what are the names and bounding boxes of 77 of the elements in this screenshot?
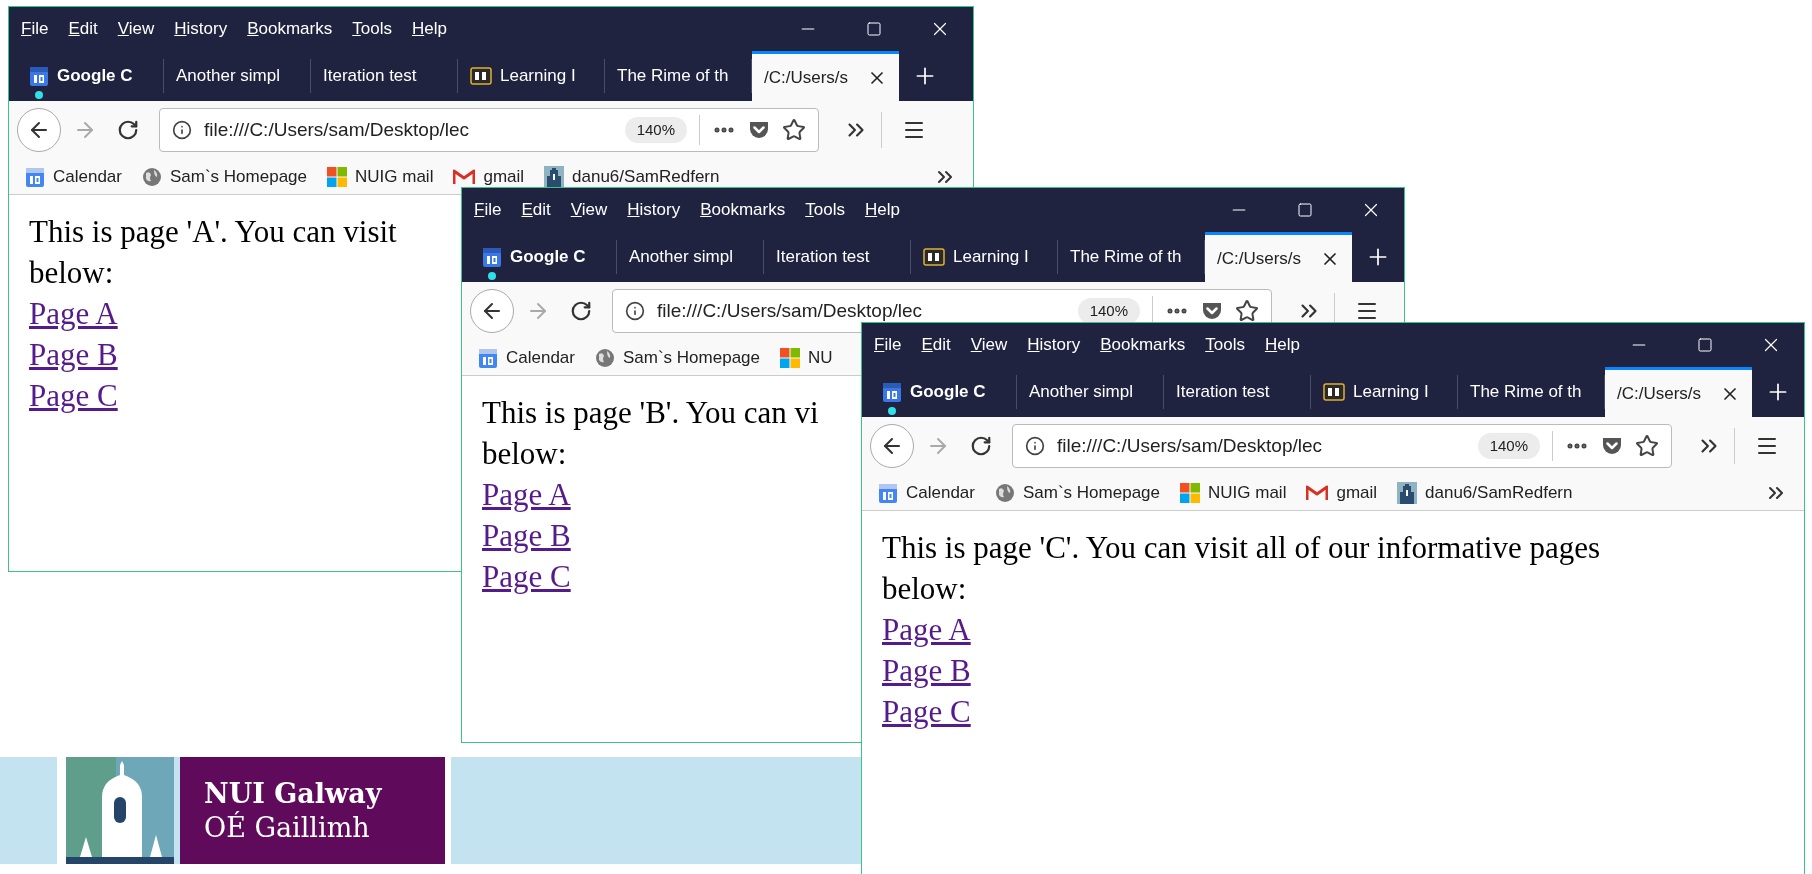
bookmark-item[interactable]: Sam`s Homepage bbox=[995, 479, 1160, 506]
zoom-level[interactable]: 140% bbox=[1077, 297, 1140, 325]
page-link[interactable]: Page B bbox=[882, 653, 971, 688]
menu-item[interactable]: Help bbox=[411, 16, 447, 42]
page-link[interactable]: Page A bbox=[29, 296, 118, 331]
menu-item[interactable]: Bookmarks bbox=[700, 197, 786, 223]
bookmark-item[interactable]: Sam`s Homepage bbox=[595, 344, 760, 371]
menu-item[interactable]: Edit bbox=[921, 332, 951, 358]
bookmark-item[interactable]: gmail bbox=[453, 163, 525, 190]
page-link[interactable]: Page C bbox=[29, 378, 118, 413]
zoom-level[interactable]: 140% bbox=[1477, 432, 1540, 460]
menu-item[interactable]: Help bbox=[1264, 332, 1300, 358]
menu-item[interactable]: View bbox=[570, 197, 608, 223]
url-text: file:///C:/Users/sam/Desktop/lec bbox=[657, 298, 923, 323]
browser-tab[interactable]: Iteration test bbox=[1164, 367, 1311, 417]
page-link[interactable]: Page A bbox=[882, 612, 971, 647]
zoom-level[interactable]: 140% bbox=[624, 116, 687, 144]
bookmark-item[interactable]: NUIG mail bbox=[327, 163, 434, 190]
browser-tab[interactable]: Another simpl bbox=[164, 51, 311, 101]
browser-tab[interactable]: Another simpl bbox=[617, 232, 764, 282]
page-text: This is page 'A'. You can visit bbox=[29, 213, 397, 251]
browser-tab[interactable]: /C:/Users/s bbox=[752, 51, 899, 101]
menu-item[interactable]: History bbox=[174, 16, 228, 42]
browser-tab[interactable]: Google C bbox=[870, 367, 1017, 417]
browser-tab[interactable]: The Rime of th bbox=[1458, 367, 1605, 417]
page-link[interactable]: Page B bbox=[29, 337, 118, 372]
menu-item[interactable]: Tools bbox=[352, 16, 392, 42]
menu-item[interactable]: Tools bbox=[1205, 332, 1245, 358]
page-link[interactable]: Page B bbox=[482, 518, 571, 553]
page-text: below: bbox=[29, 254, 114, 292]
browser-tab[interactable]: The Rime of th bbox=[605, 51, 752, 101]
bookmark-item[interactable]: Calendar bbox=[878, 479, 975, 506]
browser-tab[interactable]: Another simpl bbox=[1017, 367, 1164, 417]
menu-item[interactable]: Help bbox=[864, 197, 900, 223]
menu-item[interactable]: View bbox=[970, 332, 1008, 358]
menu-item[interactable]: Bookmarks bbox=[1100, 332, 1186, 358]
bookmark-item[interactable]: NU bbox=[780, 344, 833, 371]
bookmark-item[interactable]: Sam`s Homepage bbox=[142, 163, 307, 190]
browser-tab[interactable]: /C:/Users/s bbox=[1605, 367, 1752, 417]
page-link[interactable]: Page A bbox=[482, 477, 571, 512]
bookmark-item[interactable]: danu6/SamRedfern bbox=[1397, 479, 1573, 506]
menu-item[interactable]: File bbox=[474, 197, 502, 223]
page-text: This is page 'B'. You can vi bbox=[482, 394, 819, 432]
menu-item[interactable]: History bbox=[1027, 332, 1081, 358]
menu-item[interactable]: Bookmarks bbox=[247, 16, 333, 42]
page-text: This is page 'C'. You can visit all of our informative pages bbox=[882, 529, 1601, 567]
menu-item[interactable]: Edit bbox=[68, 16, 98, 42]
url-text: file:///C:/Users/sam/Desktop/lec bbox=[1057, 433, 1323, 458]
menu-item[interactable]: File bbox=[21, 16, 49, 42]
menu-item[interactable]: File bbox=[874, 332, 902, 358]
page-link[interactable]: Page C bbox=[482, 559, 571, 594]
browser-tab[interactable]: Learning I bbox=[911, 232, 1058, 282]
page-link[interactable]: Page C bbox=[882, 694, 971, 729]
menu-item[interactable]: View bbox=[117, 16, 155, 42]
bookmark-item[interactable]: Calendar bbox=[25, 163, 122, 190]
browser-tab[interactable]: Iteration test bbox=[764, 232, 911, 282]
logo-subtitle: OÉ Gaillimh bbox=[204, 810, 371, 845]
bookmark-item[interactable]: gmail bbox=[1306, 479, 1378, 506]
bookmark-item[interactable]: NUIG mail bbox=[1180, 479, 1287, 506]
menu-item[interactable]: Tools bbox=[805, 197, 845, 223]
bookmark-item[interactable]: danu6/SamRedfern bbox=[544, 163, 720, 190]
browser-tab[interactable]: Iteration test bbox=[311, 51, 458, 101]
page-text: below: bbox=[482, 435, 567, 473]
menu-item[interactable]: History bbox=[627, 197, 681, 223]
url-text: file:///C:/Users/sam/Desktop/lec bbox=[204, 117, 470, 142]
address-bar[interactable]: file:///C:/Users/sam/Desktop/lec 140% bbox=[1012, 424, 1672, 468]
browser-tab[interactable]: Learning I bbox=[1311, 367, 1458, 417]
browser-tab[interactable]: /C:/Users/s bbox=[1205, 232, 1352, 282]
browser-tab[interactable]: Google C bbox=[470, 232, 617, 282]
address-bar[interactable]: file:///C:/Users/sam/Desktop/lec 140% bbox=[159, 108, 819, 152]
page-text: below: bbox=[882, 570, 967, 608]
bookmark-item[interactable]: Calendar bbox=[478, 344, 575, 371]
browser-tab[interactable]: The Rime of th bbox=[1058, 232, 1205, 282]
browser-tab[interactable]: Learning I bbox=[458, 51, 605, 101]
logo-title: NUI Galway bbox=[204, 776, 383, 811]
menu-item[interactable]: Edit bbox=[521, 197, 551, 223]
browser-tab[interactable]: Google C bbox=[17, 51, 164, 101]
